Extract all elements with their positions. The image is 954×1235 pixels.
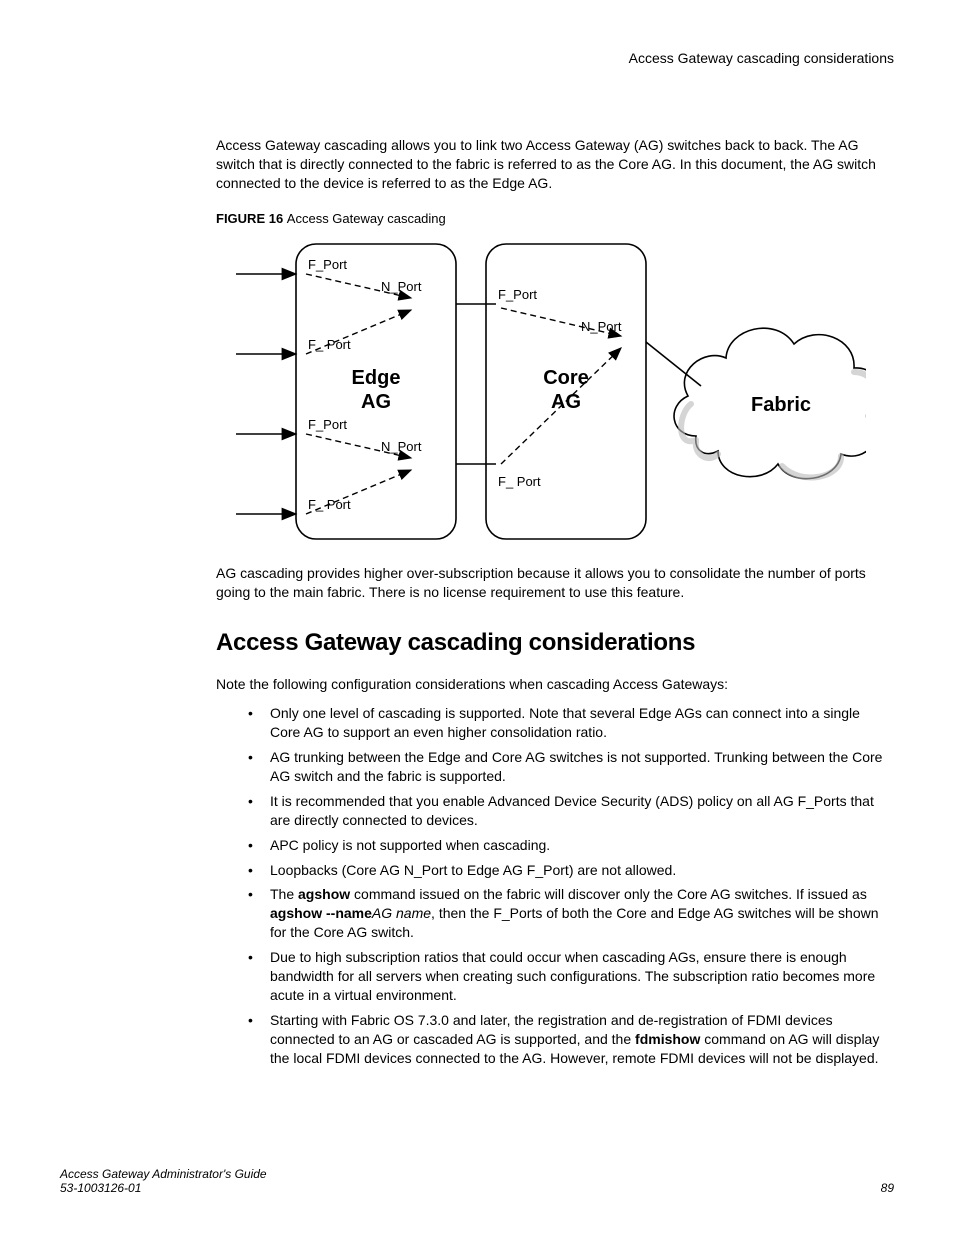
figure-caption: FIGURE 16 Access Gateway cascading — [216, 211, 894, 226]
svg-text:F_Port: F_Port — [498, 287, 537, 302]
considerations-list: Only one level of cascading is supported… — [216, 704, 894, 1067]
svg-text:F_Port: F_Port — [308, 257, 347, 272]
svg-text:N_Port: N_Port — [381, 279, 422, 294]
intro-paragraph: Access Gateway cascading allows you to l… — [216, 136, 894, 193]
after-figure-paragraph: AG cascading provides higher over-subscr… — [216, 564, 894, 602]
svg-text:N_Port: N_Port — [381, 439, 422, 454]
fabric-cloud: Fabric — [674, 328, 866, 478]
svg-text:F_ Port: F_ Port — [308, 497, 351, 512]
svg-text:Edge: Edge — [352, 367, 401, 389]
list-item: Loopbacks (Core AG N_Port to Edge AG F_P… — [248, 861, 894, 880]
page: Access Gateway cascading considerations … — [0, 0, 954, 1235]
list-item: Starting with Fabric OS 7.3.0 and later,… — [248, 1011, 894, 1068]
list-item: Only one level of cascading is supported… — [248, 704, 894, 742]
list-item: It is recommended that you enable Advanc… — [248, 792, 894, 830]
svg-text:F_ Port: F_ Port — [498, 474, 541, 489]
svg-text:Core: Core — [543, 367, 589, 389]
svg-text:N_Port: N_Port — [581, 319, 622, 334]
fabric-label: Fabric — [751, 394, 811, 416]
svg-text:F_ Port: F_ Port — [308, 337, 351, 352]
figure-diagram: Fabric F_Port N_Port F_ Port F — [226, 236, 866, 546]
footer-doc-number: 53-1003126-01 — [60, 1181, 267, 1195]
footer-page-number: 89 — [881, 1181, 894, 1195]
lead-paragraph: Note the following configuration conside… — [216, 675, 894, 694]
list-item: Due to high subscription ratios that cou… — [248, 948, 894, 1005]
running-head: Access Gateway cascading considerations — [216, 50, 894, 66]
figure-label: FIGURE 16 — [216, 211, 287, 226]
section-heading: Access Gateway cascading considerations — [216, 629, 894, 657]
footer-guide-title: Access Gateway Administrator's Guide — [60, 1167, 267, 1181]
page-footer: Access Gateway Administrator's Guide 53-… — [60, 1167, 894, 1195]
list-item: The agshow command issued on the fabric … — [248, 885, 894, 942]
svg-text:F_Port: F_Port — [308, 417, 347, 432]
list-item: AG trunking between the Edge and Core AG… — [248, 748, 894, 786]
figure-title: Access Gateway cascading — [287, 211, 446, 226]
svg-text:AG: AG — [361, 391, 391, 413]
svg-text:AG: AG — [551, 391, 581, 413]
list-item: APC policy is not supported when cascadi… — [248, 836, 894, 855]
